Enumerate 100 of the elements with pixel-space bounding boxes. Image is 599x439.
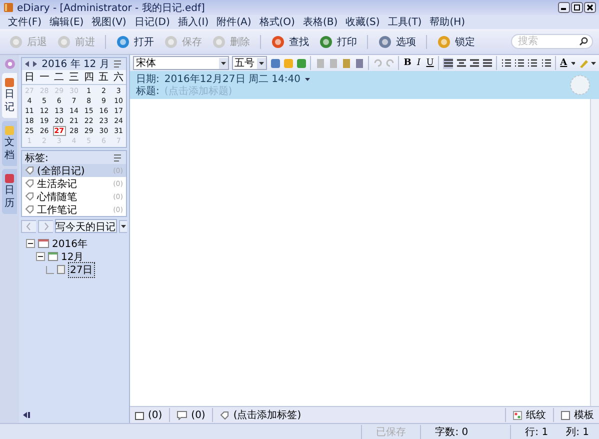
maximize-icon[interactable] <box>571 2 583 13</box>
write-today-button[interactable]: 写今天的日记 <box>54 219 117 233</box>
toolbar-icon <box>378 34 392 48</box>
toolbar-icon <box>57 34 71 48</box>
font-dropdown[interactable]: 宋体 <box>133 56 229 70</box>
list-icon[interactable] <box>540 58 551 68</box>
side-tab[interactable]: 日历 <box>2 169 17 214</box>
insert-icon[interactable] <box>296 58 306 68</box>
line-number: 行: 1 <box>510 424 562 438</box>
tag-icon <box>220 410 230 420</box>
menu-item[interactable]: 格式(O) <box>259 15 295 29</box>
align-icon[interactable] <box>456 58 466 68</box>
toolbar-button[interactable]: 锁定 <box>434 32 478 50</box>
flower-icon <box>4 58 16 70</box>
caret-icon[interactable] <box>256 58 266 68</box>
weekday-label: 五 <box>98 71 110 84</box>
align-icon[interactable] <box>443 58 454 68</box>
template-icon <box>561 410 570 420</box>
add-tag-link[interactable]: (点击添加标签) <box>233 408 302 422</box>
caret-icon[interactable] <box>305 78 310 80</box>
menu-item[interactable]: 工具(T) <box>388 15 422 29</box>
date-label: 日期: <box>136 72 160 86</box>
minus-icon[interactable] <box>36 252 45 261</box>
menu-item[interactable]: 插入(I) <box>178 15 209 29</box>
toolbar-button[interactable]: 选项 <box>375 32 419 50</box>
toolbar-icon <box>9 34 23 48</box>
italic-button[interactable]: I <box>414 58 423 68</box>
side-tab[interactable]: 文档 <box>2 121 17 166</box>
title-label: 标题: <box>136 84 160 98</box>
previous-month-arrow-icon[interactable] <box>25 61 29 67</box>
caret-icon[interactable] <box>218 58 228 68</box>
list-icon[interactable] <box>501 58 512 68</box>
notebook-icon <box>3 2 14 13</box>
weekday-label: 一 <box>38 71 50 84</box>
entry-date[interactable]: 2016年12月27日 周二 14:40 <box>164 72 300 86</box>
menu-icon[interactable] <box>114 60 123 68</box>
search-icon[interactable] <box>579 37 588 46</box>
toolbar-button[interactable]: 打印 <box>316 32 360 50</box>
toolbar-icon <box>212 34 226 48</box>
next-month-arrow-icon[interactable] <box>33 61 37 67</box>
tags-title: 标签: <box>25 152 48 164</box>
weekday-label: 四 <box>82 71 95 84</box>
attachment-count: (0) <box>148 410 162 420</box>
column-number: 列: 1 <box>565 426 590 438</box>
attachment-icon[interactable] <box>135 410 144 420</box>
menu-item[interactable]: 附件(A) <box>216 15 252 29</box>
menu-item[interactable]: 表格(B) <box>302 15 338 29</box>
save-status: 已保存 <box>361 424 420 438</box>
side-tab[interactable]: 日记 <box>2 73 17 118</box>
minus-icon[interactable] <box>26 239 35 248</box>
scrollbar[interactable] <box>590 99 599 406</box>
size-dropdown[interactable]: 五号 <box>232 56 267 70</box>
close-icon[interactable] <box>584 2 596 13</box>
insert-icon[interactable] <box>270 58 280 68</box>
template-button[interactable]: 模板 <box>574 408 594 422</box>
font-color-button[interactable]: A <box>560 58 568 68</box>
palette-icon <box>513 410 522 420</box>
toolbar-button[interactable]: 查找 <box>268 32 312 50</box>
menu-item[interactable]: 编辑(E) <box>50 15 84 29</box>
weekday-label: 六 <box>112 70 125 84</box>
menu-item[interactable]: 日记(D) <box>134 15 170 29</box>
tab-icon <box>4 125 15 136</box>
menu-item[interactable]: 帮助(H) <box>430 15 466 29</box>
month-title: 2016 年 12 月 <box>41 58 110 71</box>
toolbar-button[interactable]: 打开 <box>113 32 157 50</box>
search-field[interactable]: 搜索 <box>511 34 593 49</box>
toolbar-icon <box>164 34 178 48</box>
menu-icon[interactable] <box>114 154 123 162</box>
toolbar-icon <box>319 34 333 48</box>
bold-button[interactable]: B <box>403 58 412 68</box>
collapse-icon[interactable] <box>23 411 32 419</box>
menu-item[interactable]: 视图(V) <box>92 15 126 29</box>
comment-count: (0) <box>191 410 206 420</box>
dropdown-button[interactable] <box>118 220 127 232</box>
list-icon[interactable] <box>527 58 538 68</box>
menu-item[interactable]: 收藏(S) <box>346 15 380 29</box>
calendar-icon <box>38 239 49 248</box>
paper-button[interactable]: 纸纹 <box>526 408 546 422</box>
menu-item[interactable]: 文件(F) <box>8 15 42 29</box>
weekday-label: 日 <box>23 71 36 84</box>
caret-icon[interactable] <box>591 62 596 64</box>
minimize-icon[interactable] <box>558 2 570 13</box>
tree-item[interactable]: 12月 <box>61 250 84 264</box>
tree-item[interactable]: 27日 <box>68 262 95 278</box>
align-icon[interactable] <box>482 58 492 68</box>
weekday-label: 三 <box>68 71 80 84</box>
toolbar-icon <box>437 34 451 48</box>
window-title: eDiary - [Administrator - 我的日记.edf] <box>17 2 206 14</box>
page-icon <box>57 265 65 274</box>
word-count: 字数: 0 <box>420 424 510 438</box>
tree-item[interactable]: 2016年 <box>52 236 88 250</box>
align-icon[interactable] <box>469 58 480 68</box>
weekday-label: 二 <box>53 71 66 84</box>
toolbar-icon <box>271 34 285 48</box>
caret-icon[interactable] <box>570 62 576 64</box>
edit-icon[interactable] <box>354 58 364 68</box>
tab-icon <box>4 173 15 184</box>
list-icon[interactable] <box>514 58 524 68</box>
underline-button[interactable]: U <box>426 58 434 68</box>
comment-icon[interactable] <box>177 410 188 420</box>
